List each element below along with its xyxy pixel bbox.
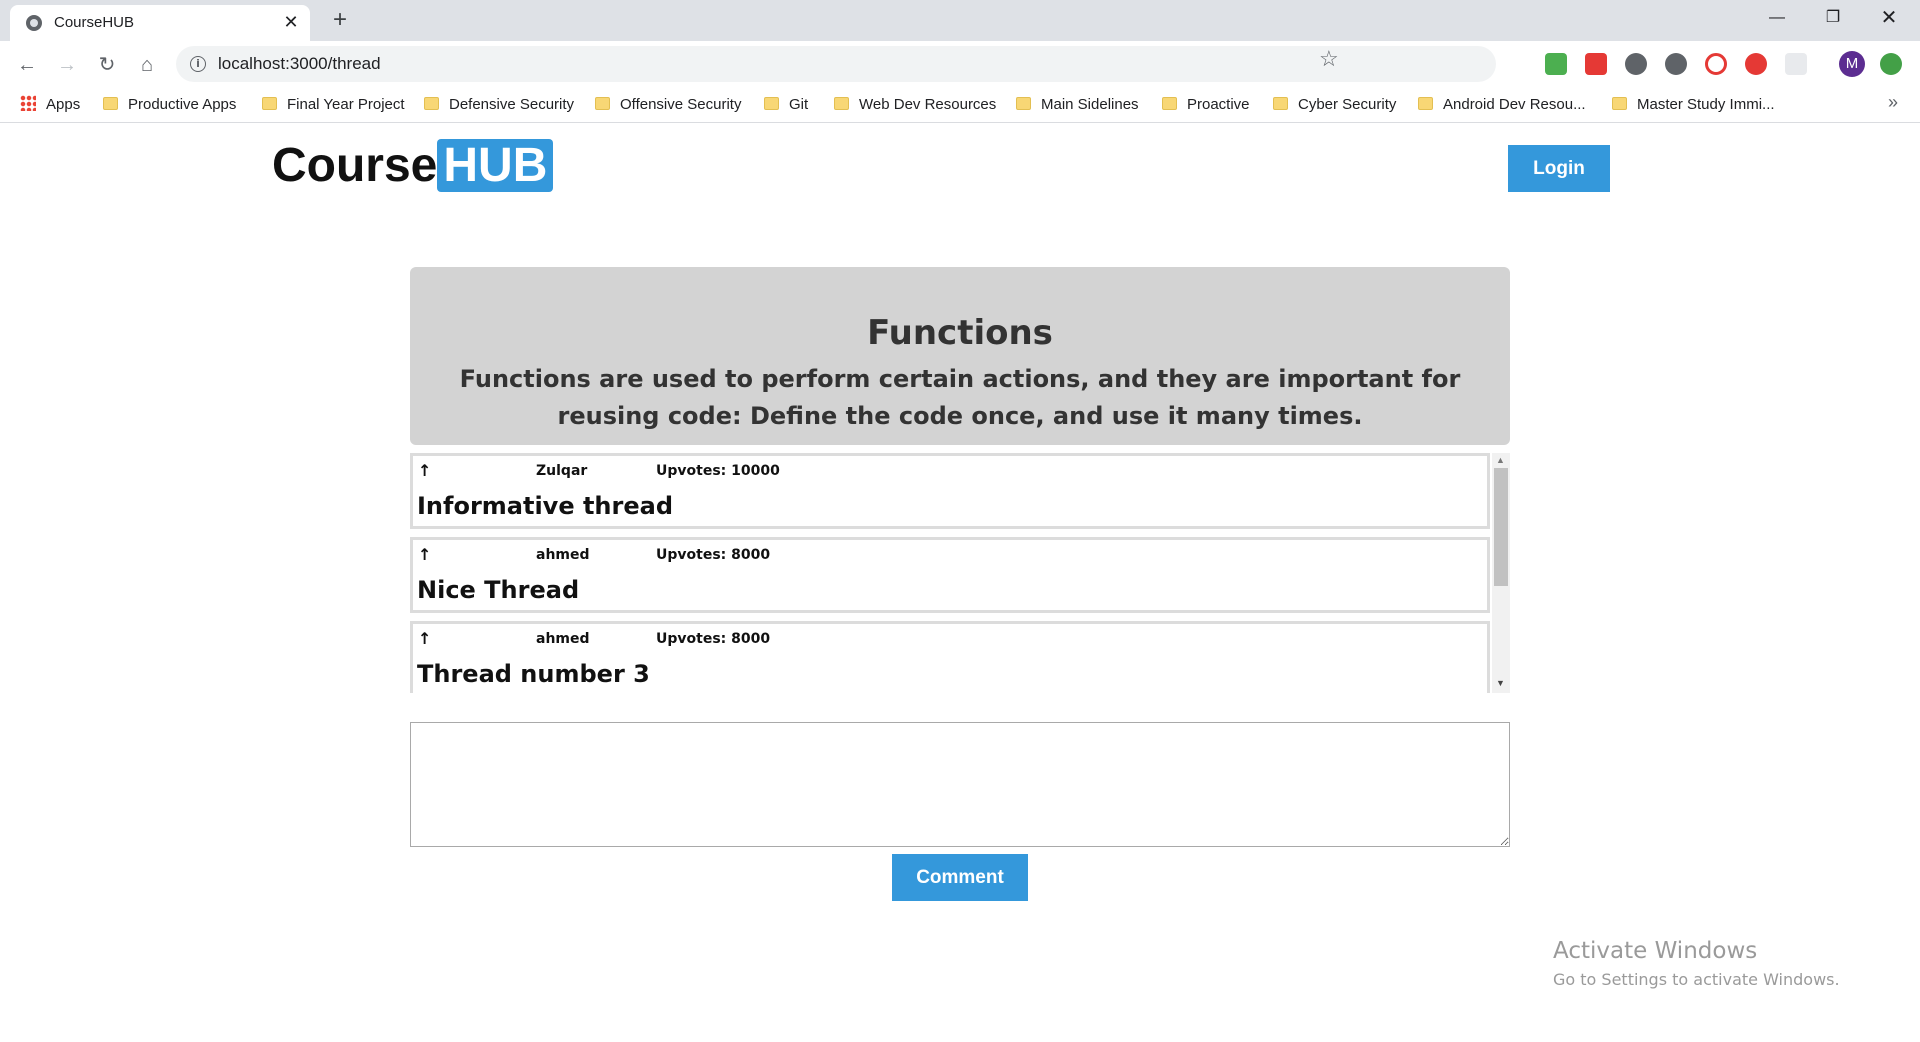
address-bar[interactable]: i localhost:3000/thread	[176, 46, 1496, 82]
windows-activation-watermark: Activate Windows Go to Settings to activ…	[1553, 938, 1840, 989]
yab-extension-icon[interactable]	[1745, 53, 1767, 75]
topic-header: Functions Functions are used to perform …	[410, 267, 1510, 445]
folder-icon	[1162, 97, 1177, 110]
thread-title[interactable]: Thread number 3	[417, 660, 650, 688]
back-icon[interactable]: ←	[13, 51, 41, 79]
upvote-arrow-icon[interactable]: ↑	[418, 545, 431, 564]
profile-avatar[interactable]: M	[1839, 51, 1865, 77]
thread-list: ↑ Zulqar Upvotes: 10000 Informative thre…	[410, 453, 1490, 693]
thread-card[interactable]: ↑ ahmed Upvotes: 8000 Thread number 3	[410, 621, 1490, 693]
coursehub-logo[interactable]: Course HUB	[272, 138, 554, 193]
topic-description: Functions are used to perform certain ac…	[459, 365, 1461, 430]
comment-textarea[interactable]	[410, 722, 1510, 847]
upvote-arrow-icon[interactable]: ↑	[418, 629, 431, 648]
bookmark-folder[interactable]: Web Dev Resources	[834, 94, 996, 116]
scroll-down-icon[interactable]: ▼	[1496, 678, 1505, 688]
tab-title: CourseHUB	[54, 14, 135, 31]
bookmark-folder[interactable]: Final Year Project	[262, 94, 405, 116]
folder-icon	[834, 97, 849, 110]
comment-button[interactable]: Comment	[892, 854, 1028, 901]
thread-upvotes: Upvotes: 8000	[656, 547, 771, 563]
folder-icon	[764, 97, 779, 110]
globe-icon	[26, 15, 42, 31]
logo-course-text: Course	[272, 139, 438, 192]
info-icon[interactable]: i	[190, 56, 206, 72]
close-window-icon[interactable]: ✕	[1874, 6, 1904, 30]
scroll-up-icon[interactable]: ▲	[1496, 455, 1505, 465]
thread-card[interactable]: ↑ ahmed Upvotes: 8000 Nice Thread	[410, 537, 1490, 613]
thread-upvotes: Upvotes: 10000	[656, 463, 780, 479]
check-extension-icon[interactable]	[1545, 53, 1567, 75]
thread-upvotes: Upvotes: 8000	[656, 631, 771, 647]
folder-icon	[595, 97, 610, 110]
more-bookmarks-icon[interactable]: »	[1888, 92, 1898, 113]
page-content: Course HUB Login Functions Functions are …	[0, 123, 1920, 1042]
login-button[interactable]: Login	[1508, 145, 1610, 192]
close-tab-icon[interactable]: ✕	[280, 11, 302, 33]
bookmark-star-icon[interactable]: ☆	[1319, 46, 1339, 72]
thread-author: ahmed	[536, 631, 590, 647]
folder-icon	[1016, 97, 1031, 110]
home-icon[interactable]: ⌂	[133, 51, 161, 79]
thread-author: Zulqar	[536, 463, 588, 479]
folder-icon	[103, 97, 118, 110]
bookmark-folder[interactable]: Productive Apps	[103, 94, 236, 116]
folder-icon	[424, 97, 439, 110]
watermark-subtitle: Go to Settings to activate Windows.	[1553, 970, 1840, 989]
browser-tab-bar: CourseHUB ✕ + — ❐ ✕	[0, 0, 1920, 41]
bookmark-folder[interactable]: Cyber Security	[1273, 94, 1396, 116]
apps-grid-icon	[20, 95, 36, 111]
bookmark-folder[interactable]: Offensive Security	[595, 94, 741, 116]
forward-icon[interactable]: →	[53, 51, 81, 79]
bookmark-folder[interactable]: Git	[764, 94, 808, 116]
scrollbar-thumb[interactable]	[1494, 468, 1508, 586]
upvote-arrow-icon[interactable]: ↑	[418, 461, 431, 480]
bookmark-folder[interactable]: Master Study Immi...	[1612, 94, 1775, 116]
bookmark-folder[interactable]: Defensive Security	[424, 94, 574, 116]
dots-extension-icon[interactable]	[1585, 53, 1607, 75]
thread-title[interactable]: Informative thread	[417, 492, 673, 520]
new-tab-icon[interactable]: +	[326, 6, 354, 34]
thread-card[interactable]: ↑ Zulqar Upvotes: 10000 Informative thre…	[410, 453, 1490, 529]
folder-icon	[1612, 97, 1627, 110]
minimize-icon[interactable]: —	[1762, 6, 1792, 30]
logo-hub-text: HUB	[437, 139, 554, 192]
bookmark-folder[interactable]: Proactive	[1162, 94, 1250, 116]
folder-icon	[1273, 97, 1288, 110]
topic-title: Functions	[867, 313, 1053, 353]
url-text[interactable]: localhost:3000/thread	[218, 54, 381, 74]
thread-list-container[interactable]: ↑ Zulqar Upvotes: 10000 Informative thre…	[410, 453, 1510, 693]
watermark-title: Activate Windows	[1553, 938, 1758, 964]
bookmark-folder[interactable]: Android Dev Resou...	[1418, 94, 1586, 116]
thread-author: ahmed	[536, 547, 590, 563]
thread-title[interactable]: Nice Thread	[417, 576, 579, 604]
bookmarks-bar: Apps Productive Apps Final Year Project …	[0, 88, 1920, 123]
gitzip-extension-icon[interactable]	[1785, 53, 1807, 75]
cloud-download-extension-icon[interactable]	[1665, 53, 1687, 75]
folder-icon	[1418, 97, 1433, 110]
restore-icon[interactable]: ❐	[1818, 6, 1848, 30]
green-upload-extension-icon[interactable]	[1880, 53, 1902, 75]
bookmark-folder[interactable]: Main Sidelines	[1016, 94, 1139, 116]
browser-tab[interactable]: CourseHUB ✕	[10, 5, 310, 41]
cloud-extension-icon[interactable]	[1625, 53, 1647, 75]
bookmark-apps[interactable]: Apps	[20, 94, 80, 116]
circle-extension-icon[interactable]	[1705, 53, 1727, 75]
reload-icon[interactable]: ↻	[93, 51, 121, 79]
thread-scrollbar[interactable]: ▲ ▼	[1492, 453, 1510, 693]
folder-icon	[262, 97, 277, 110]
